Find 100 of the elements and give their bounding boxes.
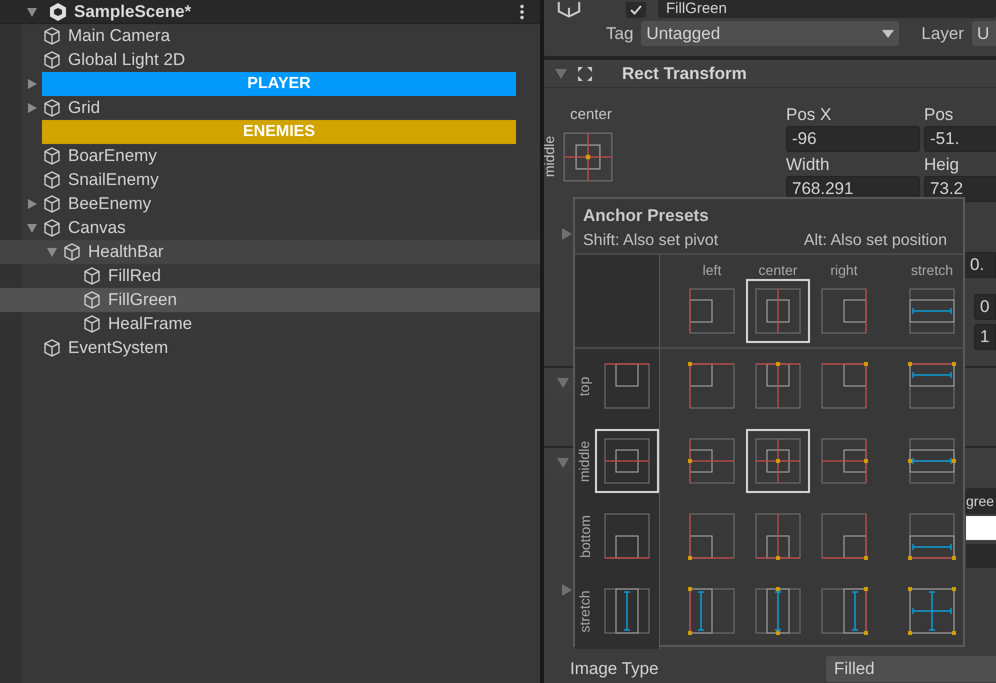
row-label: bottom bbox=[576, 514, 594, 558]
anchor-diagram-icon bbox=[688, 286, 736, 334]
anchor-diagram-icon bbox=[688, 512, 736, 560]
field-label: Image Type bbox=[570, 658, 659, 680]
scene-title: SampleScene* bbox=[74, 0, 192, 23]
checkmark-icon bbox=[630, 5, 642, 15]
anchor-preset-option[interactable] bbox=[746, 429, 810, 493]
selected-row-highlight[interactable]: FillGreen bbox=[0, 288, 540, 312]
tree-item-label[interactable]: HealFrame bbox=[108, 311, 192, 337]
anchor-diagram-icon bbox=[908, 512, 956, 560]
anchor-diagram-icon bbox=[908, 286, 956, 334]
number-field[interactable]: 0 bbox=[974, 294, 996, 320]
collapsed-arrow-icon[interactable] bbox=[26, 78, 38, 90]
cube-icon bbox=[42, 218, 62, 238]
component-title: Rect Transform bbox=[622, 62, 747, 85]
tree-item-label[interactable]: FillGreen bbox=[108, 287, 177, 313]
dropdown-arrow-icon bbox=[882, 30, 894, 38]
anchor-diagram-icon bbox=[908, 587, 956, 635]
tag-dropdown[interactable]: Untagged bbox=[641, 21, 900, 46]
caret-icon[interactable] bbox=[560, 228, 574, 240]
collapsed-arrow-icon[interactable] bbox=[26, 198, 38, 210]
hovered-row-highlight[interactable]: HealthBar bbox=[0, 240, 540, 264]
field-label: Pos bbox=[924, 104, 954, 126]
expanded-arrow-icon[interactable] bbox=[26, 6, 38, 18]
field-label: Pos X bbox=[786, 104, 832, 126]
expanded-arrow-icon[interactable] bbox=[46, 246, 58, 258]
anchor-diagram-icon bbox=[820, 362, 868, 410]
anchor-diagram-icon bbox=[688, 587, 736, 635]
checkbox[interactable] bbox=[626, 2, 646, 18]
anchor-v-label: middle bbox=[544, 136, 558, 178]
anchor-diagram-icon bbox=[754, 286, 802, 334]
tree-item-label[interactable]: BeeEnemy bbox=[68, 191, 152, 217]
caret-icon[interactable] bbox=[560, 584, 574, 596]
layer-dropdown[interactable]: U bbox=[972, 21, 996, 46]
anchor-diagram-icon bbox=[754, 587, 802, 635]
text-field[interactable]: gree bbox=[965, 488, 996, 514]
tree-item-label[interactable]: Grid bbox=[68, 95, 100, 121]
tree-item-label[interactable]: FillRed bbox=[108, 263, 161, 289]
number-field[interactable]: 1 bbox=[974, 324, 996, 350]
row-label: stretch bbox=[576, 590, 594, 632]
alt-hint: Alt: Also set position bbox=[804, 230, 947, 250]
tree-item-label[interactable]: SnailEnemy bbox=[68, 167, 159, 193]
column-label: stretch bbox=[910, 260, 953, 278]
expanded-arrow-icon[interactable] bbox=[26, 222, 38, 234]
number-field[interactable]: 0. bbox=[964, 252, 996, 278]
column-label: left bbox=[702, 260, 722, 278]
anchor-diagram-icon bbox=[820, 587, 868, 635]
anchor-diagram-icon bbox=[688, 437, 736, 485]
tree-item-label[interactable]: BoarEnemy bbox=[68, 143, 157, 169]
caret-icon[interactable] bbox=[556, 377, 570, 389]
cube-icon bbox=[82, 314, 102, 334]
row-label: middle bbox=[576, 440, 594, 482]
anchor-diagram-icon bbox=[603, 362, 651, 410]
object-field[interactable] bbox=[966, 544, 996, 568]
number-field[interactable]: -96 bbox=[786, 126, 920, 152]
name-field[interactable]: FillGreen bbox=[658, 0, 996, 18]
cube-icon bbox=[82, 290, 102, 310]
color-swatch[interactable] bbox=[966, 516, 996, 540]
anchor-diagram-icon bbox=[820, 286, 868, 334]
cube-icon bbox=[42, 98, 62, 118]
cube-icon bbox=[42, 194, 62, 214]
rect-transform-icon bbox=[576, 64, 594, 82]
cube-icon bbox=[42, 26, 62, 46]
caret-icon[interactable] bbox=[554, 68, 568, 80]
tag-label: Tag bbox=[606, 22, 634, 45]
caret-icon[interactable] bbox=[556, 457, 570, 469]
row-label: top bbox=[576, 376, 594, 396]
anchor-diagram-icon bbox=[908, 437, 956, 485]
anchor-diagram-icon bbox=[820, 512, 868, 560]
cube-icon bbox=[62, 242, 82, 262]
anchor-diagram-icon bbox=[562, 130, 614, 182]
anchor-preset-option[interactable] bbox=[746, 278, 810, 342]
anchor-diagram-icon bbox=[754, 437, 802, 485]
cube-icon bbox=[42, 338, 62, 358]
cube-icon bbox=[42, 170, 62, 190]
tree-item-label[interactable]: Main Camera bbox=[68, 23, 170, 49]
popup-title: Anchor Presets bbox=[583, 205, 710, 227]
anchor-diagram-icon bbox=[908, 362, 956, 410]
anchor-h-label: center bbox=[570, 105, 612, 125]
anchor-diagram-icon bbox=[820, 437, 868, 485]
tree-item-label[interactable]: EventSystem bbox=[68, 335, 168, 361]
anchor-diagram-icon bbox=[754, 512, 802, 560]
collapsed-arrow-icon[interactable] bbox=[26, 102, 38, 114]
number-field[interactable]: -51. bbox=[924, 126, 996, 152]
image-type-dropdown[interactable]: Filled bbox=[826, 656, 996, 682]
layer-label: Layer bbox=[921, 22, 964, 45]
anchor-diagram-icon bbox=[688, 362, 736, 410]
anchor-diagram-icon bbox=[754, 362, 802, 410]
cube-icon bbox=[42, 146, 62, 166]
column-label: right bbox=[830, 260, 858, 278]
tree-item-label[interactable]: Canvas bbox=[68, 215, 126, 241]
tree-item-label[interactable]: HealthBar bbox=[88, 239, 164, 265]
more-options-icon[interactable] bbox=[519, 4, 525, 20]
anchor-diagram-icon bbox=[603, 587, 651, 635]
tree-item-label[interactable]: Global Light 2D bbox=[68, 47, 186, 73]
cube-icon bbox=[82, 266, 102, 286]
shift-hint: Shift: Also set pivot bbox=[583, 230, 718, 250]
anchor-preset-button[interactable] bbox=[562, 130, 614, 182]
anchor-diagram-icon bbox=[603, 512, 651, 560]
anchor-preset-option[interactable] bbox=[595, 429, 659, 493]
